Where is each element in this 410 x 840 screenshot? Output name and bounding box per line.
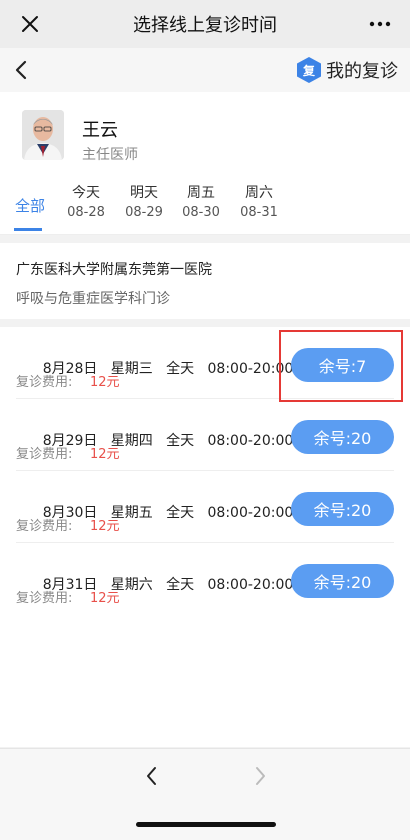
fee-label: 复诊费用: [16, 519, 73, 534]
slot-time: 08:00-20:00 [207, 433, 294, 449]
tab-saturday[interactable]: 周六 08-31 [229, 183, 289, 223]
slot-period: 全天 [166, 361, 195, 377]
tab-tomorrow[interactable]: 明天 08-29 [114, 183, 174, 223]
page-title: 选择线上复诊时间 [133, 15, 277, 36]
fee-value: 12元 [90, 375, 120, 390]
fee-label: 复诊费用: [16, 375, 73, 390]
fee-value: 12元 [90, 591, 120, 606]
my-revisit-label: 我的复诊 [326, 61, 398, 82]
slot-row: 8月30日 星期五 全天 08:00-20:00 复诊费用: 12元 余号:20 [0, 471, 410, 543]
slot-period: 全天 [166, 577, 195, 593]
slot-list: 8月28日 星期三 全天 08:00-20:00 复诊费用: 12元 余号:7 … [0, 327, 410, 747]
doctor-avatar [22, 110, 64, 160]
fee-value: 12元 [90, 447, 120, 462]
fee-value: 12元 [90, 519, 120, 534]
slot-period: 全天 [166, 505, 195, 521]
title-bar: 选择线上复诊时间 [0, 0, 410, 48]
tab-friday[interactable]: 周五 08-30 [171, 183, 231, 223]
department-name: 呼吸与危重症医学科门诊 [16, 291, 170, 307]
close-icon[interactable] [18, 12, 42, 36]
tab-date-label: 08-29 [125, 205, 163, 220]
tab-all-label: 全部 [14, 197, 45, 215]
tab-date-label: 08-30 [182, 205, 220, 220]
date-tabs: 全部 今天 08-28 明天 08-29 周五 08-30 周六 08-31 [0, 177, 410, 235]
doctor-card: 王云 主任医师 [0, 92, 410, 177]
slot-time: 08:00-20:00 [207, 577, 294, 593]
nav-bar: 复 我的复诊 [0, 48, 410, 92]
active-tab-indicator [14, 228, 42, 231]
hospital-info: 广东医科大学附属东莞第一医院 呼吸与危重症医学科门诊 [0, 243, 410, 319]
chevron-left-icon[interactable] [141, 765, 163, 787]
tab-day-label: 今天 [72, 185, 100, 201]
remaining-button[interactable]: 余号:20 [291, 564, 394, 598]
slot-row: 8月31日 星期六 全天 08:00-20:00 复诊费用: 12元 余号:20 [0, 543, 410, 615]
tab-all[interactable]: 全部 [0, 195, 60, 216]
my-revisit-link[interactable]: 复 我的复诊 [297, 57, 398, 83]
remaining-button[interactable]: 余号:20 [291, 492, 394, 526]
fee-label: 复诊费用: [16, 447, 73, 462]
slot-time: 08:00-20:00 [207, 361, 294, 377]
slot-row: 8月29日 星期四 全天 08:00-20:00 复诊费用: 12元 余号:20 [0, 399, 410, 471]
more-dots-icon[interactable] [368, 16, 392, 32]
slot-row: 8月28日 星期三 全天 08:00-20:00 复诊费用: 12元 余号:7 [0, 327, 410, 399]
slot-time: 08:00-20:00 [207, 505, 294, 521]
tab-day-label: 周六 [245, 185, 273, 201]
tab-date-label: 08-31 [240, 205, 278, 220]
tab-today[interactable]: 今天 08-28 [56, 183, 116, 223]
tab-date-label: 08-28 [67, 205, 105, 220]
fee-label: 复诊费用: [16, 591, 73, 606]
tab-day-label: 周五 [187, 185, 215, 201]
doctor-title: 主任医师 [82, 147, 138, 163]
chevron-right-icon[interactable] [249, 765, 271, 787]
hospital-name: 广东医科大学附属东莞第一医院 [16, 262, 212, 278]
home-indicator [136, 822, 276, 827]
slot-period: 全天 [166, 433, 195, 449]
chevron-left-icon[interactable] [10, 58, 34, 82]
remaining-button[interactable]: 余号:7 [291, 348, 394, 382]
revisit-badge-icon: 复 [297, 57, 321, 83]
doctor-name: 王云 [82, 120, 118, 141]
remaining-button[interactable]: 余号:20 [291, 420, 394, 454]
tab-day-label: 明天 [130, 185, 158, 201]
